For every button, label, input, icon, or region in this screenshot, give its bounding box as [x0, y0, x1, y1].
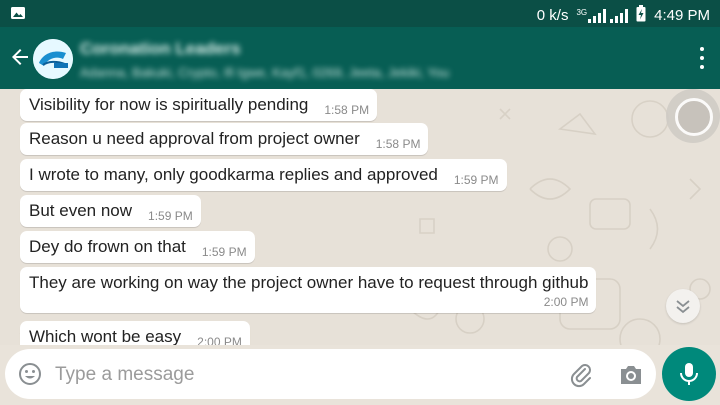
message-time: 1:59 PM — [201, 245, 247, 259]
camera-icon[interactable] — [618, 362, 644, 388]
image-notification-icon — [10, 5, 26, 25]
message-time: 1:58 PM — [375, 137, 421, 151]
message-bubble[interactable]: Reason u need approval from project owne… — [20, 123, 429, 155]
message-text: I wrote to many, only goodkarma replies … — [29, 165, 438, 184]
chevron-double-down-icon — [676, 300, 690, 314]
message-text: Which wont be easy — [29, 327, 182, 345]
message-text: Visibility for now is spiritually pendin… — [29, 95, 309, 114]
message-text: Dey do frown on that — [29, 237, 186, 256]
message-time: 1:58 PM — [324, 103, 370, 117]
message-composer — [5, 349, 656, 399]
message-bubble[interactable]: Dey do frown on that 1:59 PM — [20, 231, 255, 263]
mic-button[interactable] — [662, 347, 716, 401]
message-time: 1:59 PM — [453, 173, 499, 187]
arrow-back-icon[interactable] — [8, 45, 32, 69]
message-input[interactable] — [53, 359, 537, 391]
message-bubble[interactable]: Which wont be easy 2:00 PM — [20, 321, 250, 345]
message-time: 1:59 PM — [148, 209, 193, 223]
message-bubble[interactable]: They are working on way the project owne… — [20, 267, 597, 313]
emoji-icon[interactable] — [18, 362, 42, 386]
message-time: 2:00 PM — [197, 335, 242, 345]
chat-header: Coronation Leaders Adanna, Bakuki, Crypt… — [0, 27, 720, 89]
message-time: 2:00 PM — [543, 295, 589, 309]
message-bubble[interactable]: I wrote to many, only goodkarma replies … — [20, 159, 507, 191]
status-bar: 0 k/s 3G 4:49 PM — [0, 0, 720, 27]
net-speed: 0 k/s — [536, 7, 569, 24]
message-text: But even now — [29, 201, 133, 220]
message-text: Reason u need approval from project owne… — [29, 129, 360, 148]
message-text: They are working on way the project owne… — [29, 273, 589, 292]
floating-overlay-icon[interactable] — [666, 89, 720, 143]
chat-title[interactable]: Coronation Leaders — [80, 39, 241, 59]
chat-participants[interactable]: Adanna, Bakuki, Crypto, Ifi Igwe, Kayf1,… — [80, 65, 500, 80]
message-list[interactable]: Visibility for now is spiritually pendin… — [0, 89, 720, 345]
signal-icon: 3G — [576, 7, 629, 23]
clock: 4:49 PM — [654, 7, 710, 24]
network-type: 3G — [576, 7, 588, 17]
message-bubble[interactable]: Visibility for now is spiritually pendin… — [20, 89, 378, 121]
group-avatar[interactable] — [33, 39, 73, 79]
more-vert-icon[interactable] — [698, 47, 706, 69]
mic-icon — [680, 363, 698, 385]
battery-charging-icon — [636, 5, 646, 26]
scroll-down-button[interactable] — [666, 289, 700, 323]
attach-icon[interactable] — [568, 362, 594, 388]
message-bubble[interactable]: But even now 1:59 PM — [20, 195, 201, 227]
